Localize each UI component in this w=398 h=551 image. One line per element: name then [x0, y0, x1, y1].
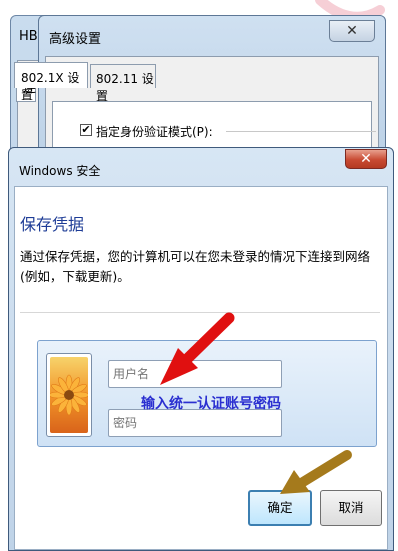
- password-input[interactable]: [108, 409, 282, 437]
- auth-mode-checkbox[interactable]: ✔: [80, 124, 92, 136]
- dialog-close-button[interactable]: ✕: [345, 149, 387, 169]
- annotation-text: 输入统一认证账号密码: [141, 396, 281, 412]
- auth-mode-label: 指定身份验证模式(P):: [96, 125, 213, 139]
- close-icon[interactable]: ✕: [329, 20, 375, 42]
- checkmark-icon: ✔: [81, 123, 91, 136]
- user-tile: [46, 353, 92, 437]
- username-input[interactable]: [108, 360, 282, 388]
- close-icon: ✕: [360, 151, 372, 167]
- ok-button[interactable]: 确定: [248, 490, 312, 526]
- cancel-button[interactable]: 取消: [320, 490, 382, 526]
- advanced-settings-title: 高级设置: [49, 32, 102, 47]
- tab-8021x-settings[interactable]: 802.1X 设置: [14, 62, 88, 102]
- dialog-description: 通过保存凭据，您的计算机可以在您未登录的情况下连接到网络(例如，下载更新)。: [20, 249, 371, 284]
- flower-user-tile: [50, 357, 88, 433]
- group-line: [226, 131, 376, 132]
- dialog-title: Windows 安全: [19, 164, 101, 178]
- tab-80211-settings[interactable]: 802.11 设置: [90, 64, 156, 103]
- separator: [20, 312, 380, 313]
- dialog-heading: 保存凭据: [20, 215, 85, 234]
